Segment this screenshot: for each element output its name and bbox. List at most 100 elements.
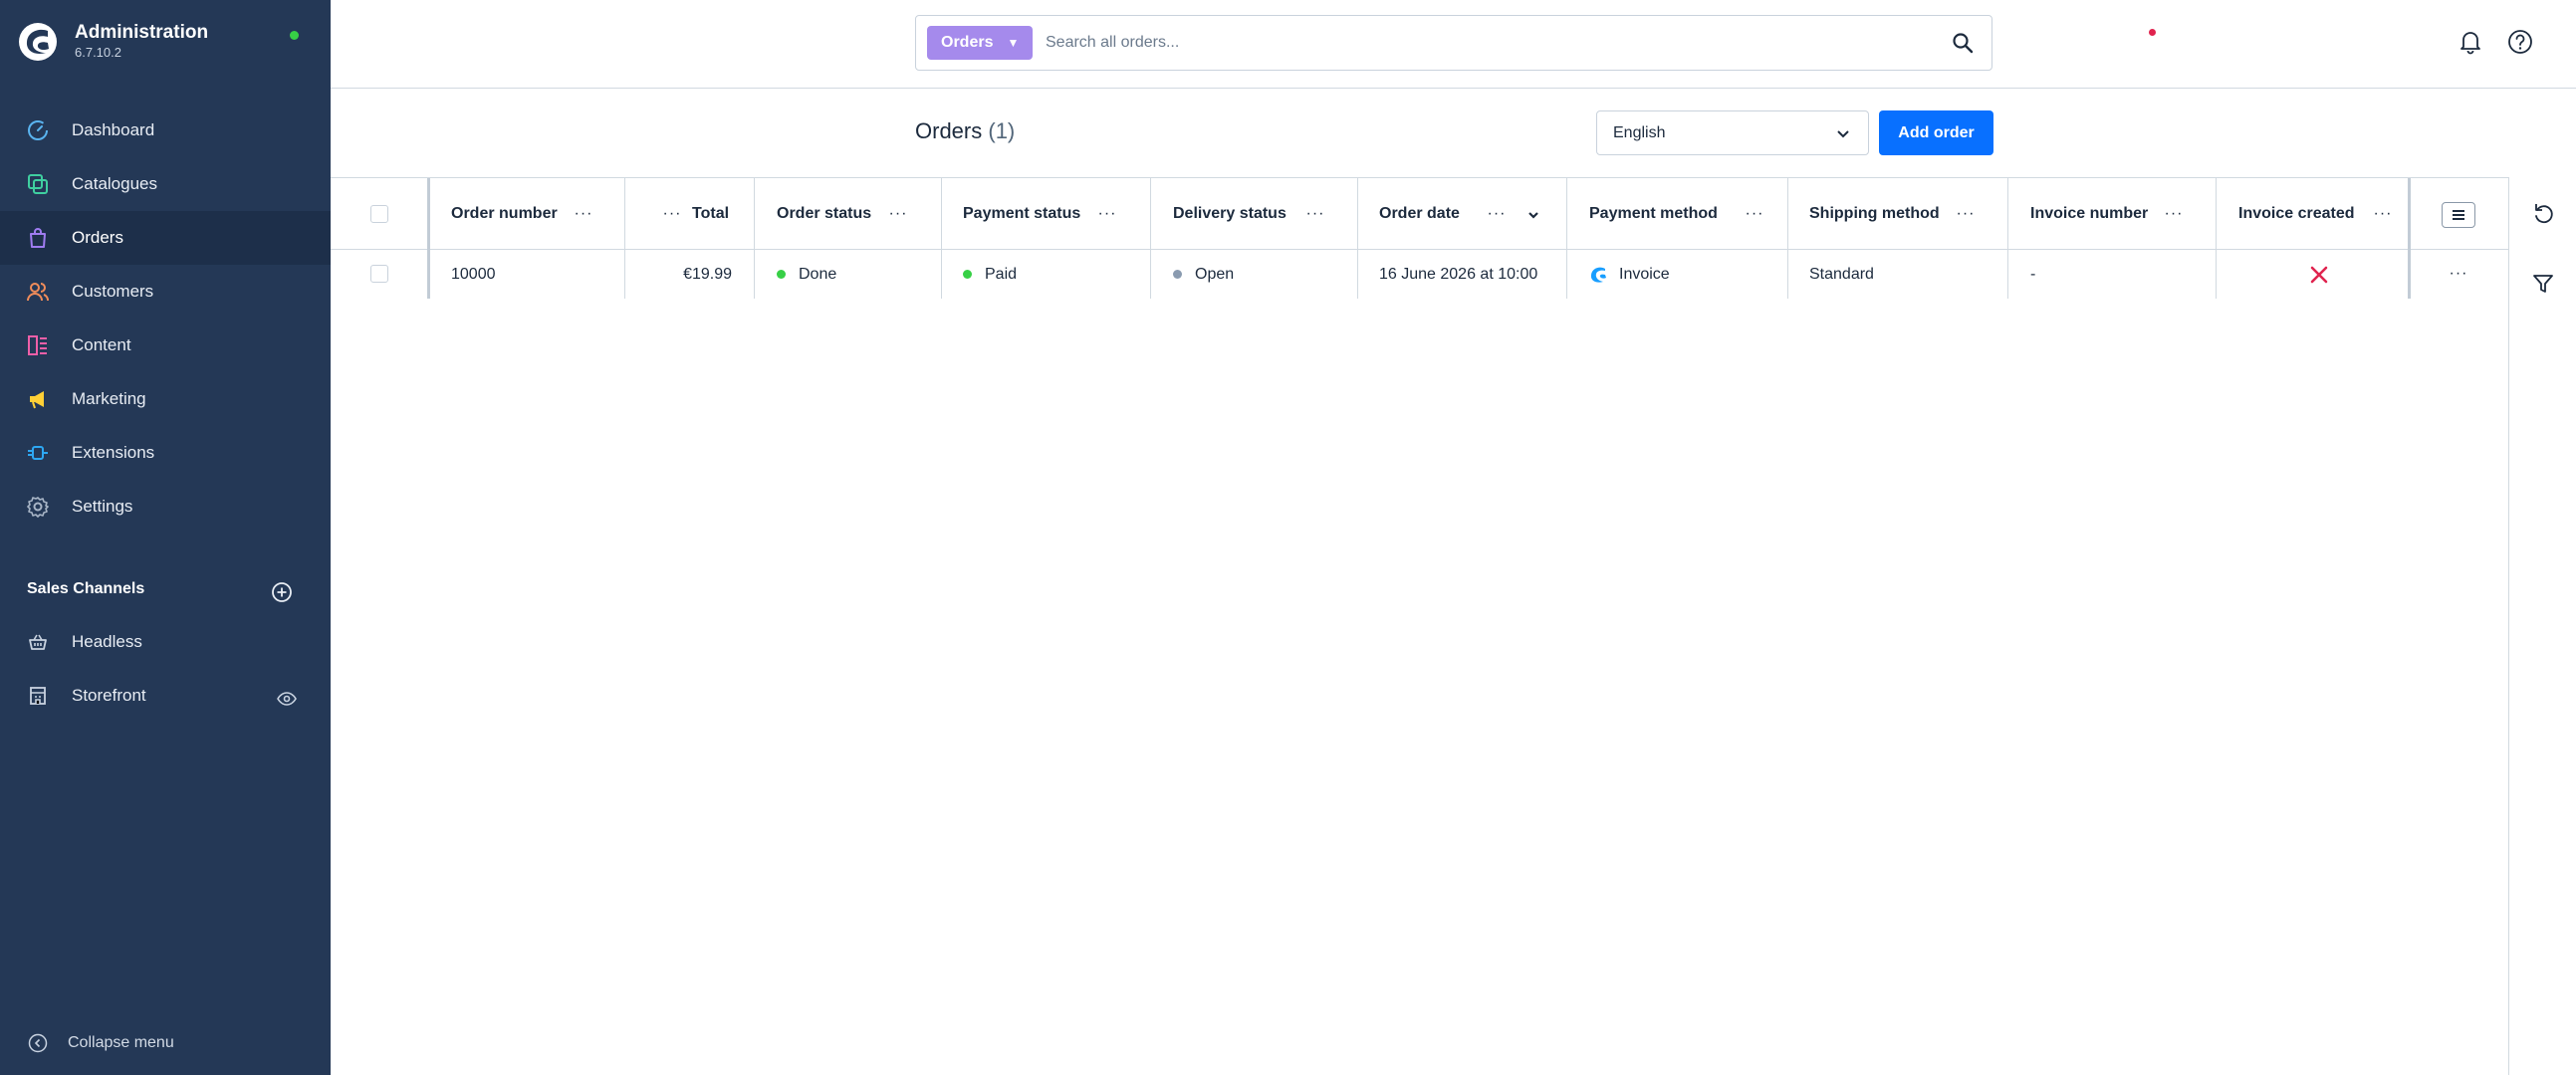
page-title-text: Orders (915, 118, 983, 143)
column-menu-icon[interactable]: ··· (1955, 204, 1977, 224)
column-divider (1357, 178, 1358, 250)
column-divider (2007, 250, 2008, 299)
column-menu-icon[interactable]: ··· (1744, 204, 1765, 224)
column-divider (2408, 250, 2411, 299)
column-menu-icon[interactable]: ··· (1304, 204, 1326, 224)
nav-label: Orders (72, 228, 123, 247)
column-menu-icon[interactable]: ··· (1486, 204, 1508, 224)
total-cell: €19.99 (683, 250, 732, 299)
nav-label: Dashboard (72, 120, 155, 139)
column-shipping-method[interactable]: Shipping method (1809, 178, 1940, 249)
column-label: Invoice number (2030, 204, 2149, 222)
column-menu-icon[interactable]: ··· (573, 204, 594, 224)
nav-item-content[interactable]: Content (0, 319, 331, 372)
column-menu-icon[interactable]: ··· (2163, 204, 2185, 224)
column-divider (1566, 178, 1567, 250)
column-label: Invoice created (2238, 204, 2355, 222)
shipping-method-cell: Standard (1809, 250, 1874, 299)
refresh-icon[interactable] (2531, 201, 2555, 225)
order-number-cell[interactable]: 10000 (451, 250, 496, 299)
nav-item-dashboard[interactable]: Dashboard (0, 104, 331, 157)
app-version: 6.7.10.2 (75, 45, 121, 60)
orders-grid: Order number ··· ··· Total Order status … (331, 177, 2508, 1075)
collapse-menu[interactable]: Collapse menu (28, 1033, 174, 1053)
column-label: Payment status (963, 204, 1081, 222)
sales-channel-label: Storefront (72, 686, 146, 705)
row-actions-icon[interactable]: ··· (2448, 264, 2469, 284)
shopware-logo-icon (19, 23, 57, 61)
column-label: Payment method (1589, 204, 1718, 222)
orders-count: (1) (988, 118, 1016, 143)
invoice-created-cell (2309, 250, 2329, 299)
column-menu-icon[interactable]: ··· (887, 204, 909, 224)
add-order-button[interactable]: Add order (1879, 110, 1993, 155)
top-bar: Orders ▼ (331, 0, 2576, 89)
column-order-status[interactable]: Order status (777, 178, 871, 249)
help-icon[interactable] (2506, 28, 2534, 56)
column-divider (624, 250, 625, 299)
nav-item-catalogues[interactable]: Catalogues (0, 157, 331, 211)
select-all-checkbox[interactable] (370, 205, 388, 223)
column-invoice-number[interactable]: Invoice number (2030, 178, 2148, 249)
chevron-down-icon (1837, 130, 1849, 138)
nav-label: Extensions (72, 443, 155, 462)
column-divider (2007, 178, 2008, 250)
grid-header-row: Order number ··· ··· Total Order status … (331, 177, 2508, 250)
column-menu-icon[interactable]: ··· (2372, 204, 2394, 224)
column-delivery-status[interactable]: Delivery status (1173, 178, 1287, 249)
nav-item-settings[interactable]: Settings (0, 480, 331, 534)
column-divider (1787, 250, 1788, 299)
column-divider (754, 178, 755, 250)
nav-label: Catalogues (72, 174, 158, 193)
column-order-number[interactable]: Order number (451, 178, 558, 249)
search-input[interactable] (1046, 24, 1922, 62)
sales-channel-storefront[interactable]: Storefront (26, 681, 146, 711)
filter-icon[interactable] (2531, 272, 2555, 296)
column-payment-status[interactable]: Payment status (963, 178, 1080, 249)
row-checkbox[interactable] (370, 265, 388, 283)
nav-item-marketing[interactable]: Marketing (0, 372, 331, 426)
extensions-icon (26, 441, 50, 465)
column-label: Delivery status (1173, 204, 1287, 222)
app-title: Administration (75, 22, 209, 43)
shipping-method-value: Standard (1809, 265, 1874, 283)
order-number-link[interactable]: 10000 (451, 266, 496, 284)
column-divider (427, 250, 430, 299)
marketing-icon (26, 387, 50, 411)
brand[interactable]: Administration 6.7.10.2 (18, 22, 208, 62)
grid-settings-button[interactable] (2442, 202, 2475, 228)
column-divider (1357, 250, 1358, 299)
search-type-dropdown[interactable]: Orders ▼ (927, 26, 1034, 60)
nav-label: Customers (72, 282, 154, 301)
x-icon (2310, 266, 2328, 283)
column-label: Order status (777, 204, 872, 222)
nav-item-customers[interactable]: Customers (0, 265, 331, 319)
column-order-date[interactable]: Order date (1379, 178, 1460, 249)
eye-icon[interactable] (276, 688, 298, 710)
column-invoice-created[interactable]: Invoice created (2238, 178, 2355, 249)
chevron-down-icon: ▼ (1007, 36, 1020, 50)
column-menu-icon[interactable]: ··· (661, 204, 683, 224)
language-select[interactable]: English (1596, 110, 1869, 155)
sort-descending-icon[interactable] (1525, 207, 1541, 223)
bell-icon[interactable] (2457, 28, 2484, 56)
column-label: Order date (1379, 204, 1460, 222)
search-type-label: Orders (941, 34, 994, 51)
nav-item-orders[interactable]: Orders (0, 211, 331, 265)
order-status-cell: Done (777, 250, 836, 299)
status-dot (1173, 270, 1182, 279)
sales-channel-headless[interactable]: Headless (26, 627, 142, 657)
column-divider (2216, 250, 2217, 299)
global-search: Orders ▼ (915, 15, 1992, 71)
list-icon (2453, 210, 2464, 220)
column-payment-method[interactable]: Payment method (1589, 178, 1718, 249)
nav-item-extensions[interactable]: Extensions (0, 426, 331, 480)
column-total[interactable]: Total (692, 178, 729, 249)
add-sales-channel-icon[interactable] (271, 581, 293, 603)
status-dot (963, 270, 972, 279)
shopware-logo-icon (1590, 267, 1606, 283)
column-menu-icon[interactable]: ··· (1096, 204, 1118, 224)
order-date-value: 16 June 2026 at 10:00 (1379, 265, 1538, 283)
search-icon[interactable] (1952, 32, 1974, 54)
table-row[interactable]: 10000 €19.99 Done Paid Open 16 June 2026… (331, 250, 2508, 299)
